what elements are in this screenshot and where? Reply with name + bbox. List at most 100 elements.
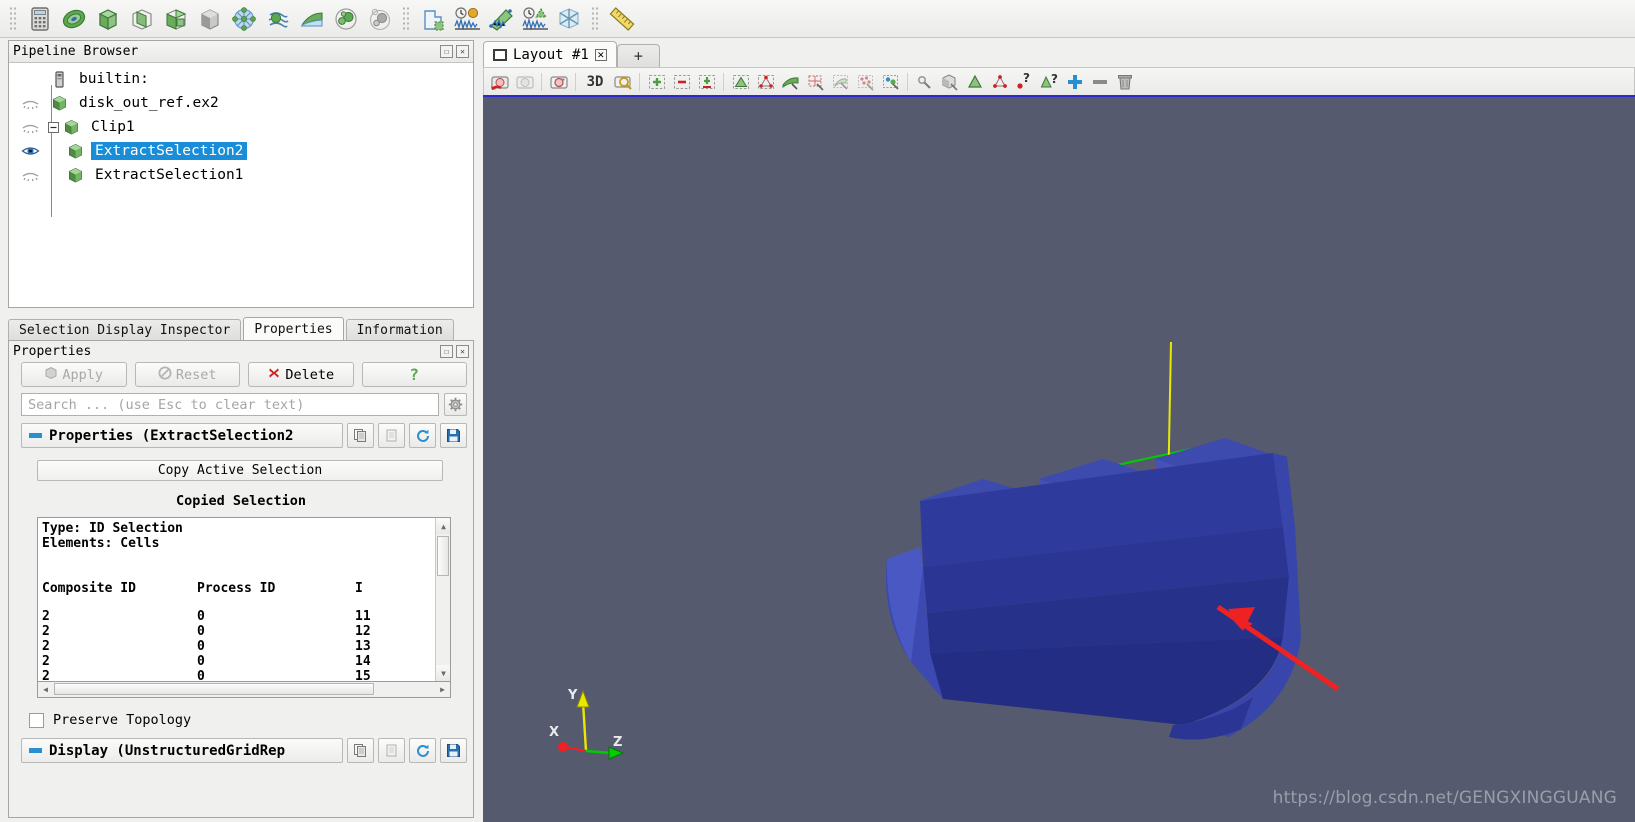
pipeline-item-disk-out-ref[interactable]: disk_out_ref.ex2: [9, 91, 473, 115]
pipeline-tree[interactable]: builtin: disk_out_ref.ex2 Clip1 ExtractS…: [9, 63, 473, 217]
gear-icon[interactable]: [444, 393, 467, 416]
search-input[interactable]: Search ... (use Esc to clear text): [21, 393, 439, 416]
hover-cells-icon[interactable]: [962, 70, 987, 94]
save-defaults-icon[interactable]: [440, 423, 467, 448]
contour-icon[interactable]: [57, 3, 91, 35]
copy-active-selection-button[interactable]: Copy Active Selection: [37, 460, 443, 481]
paste-icon[interactable]: [378, 423, 405, 448]
toolbar-grip[interactable]: [9, 5, 18, 32]
tab-layout-1[interactable]: Layout #1 ✕: [483, 41, 617, 67]
table-vertical-scrollbar[interactable]: ▲ ▼: [435, 518, 450, 681]
split-horizontal-icon[interactable]: [644, 70, 669, 94]
select-frustum-points-icon[interactable]: [828, 70, 853, 94]
copied-selection-table[interactable]: Type: ID Selection Elements: Cells Compo…: [37, 517, 451, 682]
apply-button[interactable]: Apply: [21, 362, 127, 387]
calculator-icon[interactable]: [23, 3, 57, 35]
save-defaults-icon[interactable]: [440, 738, 467, 763]
tab-information[interactable]: Information: [345, 319, 454, 340]
trash-icon[interactable]: [1112, 70, 1137, 94]
table-horizontal-scrollbar[interactable]: ◀ ▶: [37, 682, 451, 698]
ruler-icon[interactable]: [605, 3, 639, 35]
select-block-icon[interactable]: [853, 70, 878, 94]
restore-defaults-icon[interactable]: [409, 423, 436, 448]
group-datasets-icon[interactable]: [329, 3, 363, 35]
display-section-title-bar[interactable]: Display (UnstructuredGridRep: [21, 738, 343, 763]
reset-button[interactable]: Reset: [134, 362, 240, 387]
pipeline-item-clip1[interactable]: Clip1: [9, 115, 473, 139]
vertical-scroll-thumb[interactable]: [437, 536, 449, 576]
preserve-topology-row[interactable]: Preserve Topology: [29, 712, 473, 728]
stream-tracer-icon[interactable]: [261, 3, 295, 35]
query-points-icon[interactable]: ?: [1037, 70, 1062, 94]
plot-over-line-icon[interactable]: [484, 3, 518, 35]
temporal-interpolator-icon[interactable]: [552, 3, 586, 35]
cell-id: 14: [355, 654, 371, 669]
close-icon[interactable]: ✕: [456, 45, 469, 58]
extract-subset-icon[interactable]: [193, 3, 227, 35]
server-icon: [51, 70, 68, 88]
expand-collapse-icon[interactable]: [48, 121, 59, 133]
visibility-toggle-icon[interactable]: [19, 166, 41, 184]
visibility-toggle-icon[interactable]: [19, 94, 41, 112]
zoom-icon[interactable]: [610, 70, 635, 94]
render-view-canvas[interactable]: [483, 97, 1635, 822]
scroll-up-arrow-icon[interactable]: ▲: [436, 518, 450, 534]
camera-undo-icon[interactable]: [487, 70, 512, 94]
select-frustum-cells-icon[interactable]: [803, 70, 828, 94]
undock-icon[interactable]: ☐: [440, 45, 453, 58]
new-layout-tab-button[interactable]: +: [616, 44, 660, 67]
toolbar-grip-2[interactable]: [402, 5, 411, 32]
copy-icon[interactable]: [347, 423, 374, 448]
extract-block-icon[interactable]: [416, 3, 450, 35]
toolbar-grip-3[interactable]: [591, 5, 600, 32]
minus-icon[interactable]: [1087, 70, 1112, 94]
pipeline-item-extractselection2[interactable]: ExtractSelection2: [9, 139, 473, 163]
close-icon[interactable]: ✕: [594, 48, 607, 61]
glyph-icon[interactable]: [227, 3, 261, 35]
scroll-right-arrow-icon[interactable]: ▶: [435, 682, 450, 696]
select-points-icon[interactable]: [753, 70, 778, 94]
horizontal-scroll-thumb[interactable]: [54, 683, 374, 695]
extract-level-icon[interactable]: [363, 3, 397, 35]
scroll-down-arrow-icon[interactable]: ▼: [436, 665, 450, 681]
pick-cell-icon[interactable]: [912, 70, 937, 94]
select-surface-cells-icon[interactable]: [778, 70, 803, 94]
screenshot-icon[interactable]: [546, 70, 571, 94]
warp-icon[interactable]: [295, 3, 329, 35]
camera-redo-icon[interactable]: [512, 70, 537, 94]
copy-icon[interactable]: [347, 738, 374, 763]
minus-icon[interactable]: [29, 748, 42, 753]
undock-icon[interactable]: ☐: [440, 345, 453, 358]
tab-selection-display-inspector[interactable]: Selection Display Inspector: [8, 319, 242, 340]
minus-icon[interactable]: [29, 433, 42, 438]
slice-icon[interactable]: [125, 3, 159, 35]
properties-section-title-bar[interactable]: Properties (ExtractSelection2: [21, 423, 343, 448]
tab-properties[interactable]: Properties: [243, 317, 344, 340]
scroll-left-arrow-icon[interactable]: ◀: [38, 682, 53, 696]
pick-center-icon[interactable]: [937, 70, 962, 94]
visibility-toggle-icon[interactable]: [19, 142, 41, 160]
select-points-poly-icon[interactable]: [878, 70, 903, 94]
close-icon[interactable]: ✕: [456, 345, 469, 358]
clip-icon[interactable]: [91, 3, 125, 35]
preserve-topology-checkbox[interactable]: [29, 712, 44, 728]
pipeline-item-extractselection1[interactable]: ExtractSelection1: [9, 163, 473, 187]
paste-icon[interactable]: [378, 738, 405, 763]
threshold-icon[interactable]: [159, 3, 193, 35]
plot-over-time-icon[interactable]: [450, 3, 484, 35]
visibility-toggle-icon[interactable]: [19, 118, 41, 136]
hover-points-icon[interactable]: [987, 70, 1012, 94]
cell-composite-id: 2: [42, 639, 50, 654]
render-view[interactable]: Y X Z 只显示选中的区域 https://blog.csdn.net/GEN…: [483, 95, 1635, 822]
help-button[interactable]: ?: [361, 362, 467, 387]
plot-selection-icon[interactable]: [518, 3, 552, 35]
select-cells-icon[interactable]: [728, 70, 753, 94]
split-both-icon[interactable]: [694, 70, 719, 94]
restore-defaults-icon[interactable]: [409, 738, 436, 763]
delete-button[interactable]: Delete: [248, 362, 354, 387]
pipeline-item-builtin[interactable]: builtin:: [9, 67, 473, 91]
query-cells-icon[interactable]: ?: [1012, 70, 1037, 94]
split-vertical-icon[interactable]: [669, 70, 694, 94]
plus-icon[interactable]: [1062, 70, 1087, 94]
view-mode-3d-button[interactable]: 3D: [580, 70, 610, 94]
